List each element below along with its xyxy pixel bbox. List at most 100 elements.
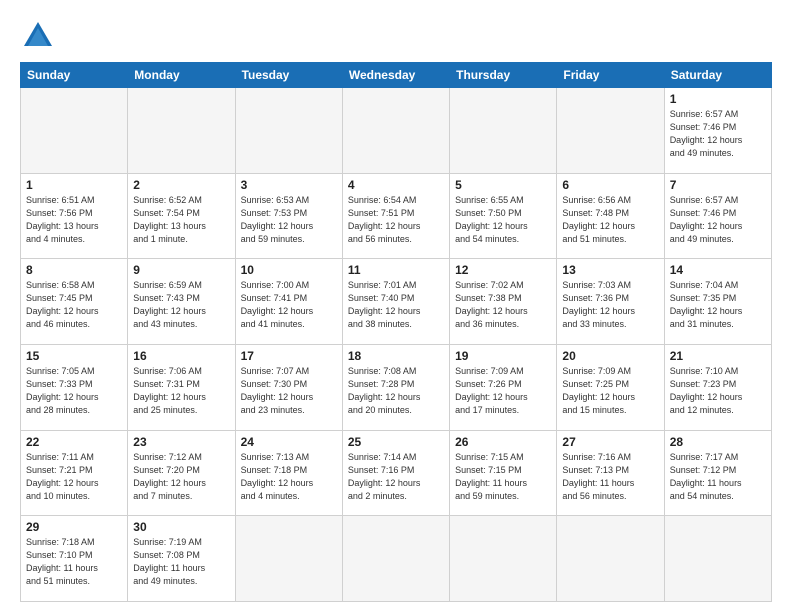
day-number: 9 xyxy=(133,263,229,277)
calendar-cell: 19Sunrise: 7:09 AMSunset: 7:26 PMDayligh… xyxy=(450,344,557,430)
calendar-cell: 26 Sunrise: 7:15 AMSunset: 7:15 PMDayligh… xyxy=(450,430,557,516)
weekday-header-row: SundayMondayTuesdayWednesdayThursdayFrid… xyxy=(21,63,772,88)
calendar-cell: 6Sunrise: 6:56 AMSunset: 7:48 PMDaylight… xyxy=(557,173,664,259)
calendar-cell xyxy=(450,516,557,602)
day-detail: Sunrise: 7:11 AMSunset: 7:21 PMDaylight:… xyxy=(26,451,122,503)
day-detail: Sunrise: 7:14 AMSunset: 7:16 PMDaylight:… xyxy=(348,451,444,503)
calendar-cell: 4Sunrise: 6:54 AMSunset: 7:51 PMDaylight… xyxy=(342,173,449,259)
calendar-cell: 13 Sunrise: 7:03 AMSunset: 7:36 PMDayligh… xyxy=(557,259,664,345)
day-number: 17 xyxy=(241,349,337,363)
day-detail: Sunrise: 7:09 AMSunset: 7:25 PMDaylight:… xyxy=(562,365,658,417)
day-number: 3 xyxy=(241,178,337,192)
day-detail: Sunrise: 6:52 AMSunset: 7:54 PMDaylight:… xyxy=(133,194,229,246)
day-detail: Sunrise: 7:18 AMSunset: 7:10 PMDaylight:… xyxy=(26,536,122,588)
calendar-cell: 14Sunrise: 7:04 AMSunset: 7:35 PMDayligh… xyxy=(664,259,771,345)
day-number: 12 xyxy=(455,263,551,277)
day-detail: Sunrise: 6:51 AMSunset: 7:56 PMDaylight:… xyxy=(26,194,122,246)
calendar-cell: 28 Sunrise: 7:17 AMSunset: 7:12 PMDayligh… xyxy=(664,430,771,516)
calendar-cell xyxy=(450,88,557,174)
day-number: 21 xyxy=(670,349,766,363)
calendar-cell: 7 Sunrise: 6:57 AMSunset: 7:46 PMDaylight… xyxy=(664,173,771,259)
calendar-cell: 16Sunrise: 7:06 AMSunset: 7:31 PMDayligh… xyxy=(128,344,235,430)
day-detail: Sunrise: 7:17 AMSunset: 7:12 PMDaylight:… xyxy=(670,451,766,503)
calendar-cell: 2 Sunrise: 6:52 AMSunset: 7:54 PMDaylight… xyxy=(128,173,235,259)
day-number: 16 xyxy=(133,349,229,363)
calendar-cell: 21 Sunrise: 7:10 AMSunset: 7:23 PMDayligh… xyxy=(664,344,771,430)
day-number: 1 xyxy=(670,92,766,106)
calendar-cell: 29Sunrise: 7:18 AMSunset: 7:10 PMDayligh… xyxy=(21,516,128,602)
calendar-cell: 12 Sunrise: 7:02 AMSunset: 7:38 PMDayligh… xyxy=(450,259,557,345)
day-number: 10 xyxy=(241,263,337,277)
calendar-cell: 17 Sunrise: 7:07 AMSunset: 7:30 PMDayligh… xyxy=(235,344,342,430)
day-number: 7 xyxy=(670,178,766,192)
day-number: 5 xyxy=(455,178,551,192)
day-number: 13 xyxy=(562,263,658,277)
calendar-cell: 11Sunrise: 7:01 AMSunset: 7:40 PMDayligh… xyxy=(342,259,449,345)
day-number: 19 xyxy=(455,349,551,363)
page: SundayMondayTuesdayWednesdayThursdayFrid… xyxy=(0,0,792,612)
calendar-cell: 20 Sunrise: 7:09 AMSunset: 7:25 PMDayligh… xyxy=(557,344,664,430)
calendar-week-3: 8Sunrise: 6:58 AMSunset: 7:45 PMDaylight… xyxy=(21,259,772,345)
day-number: 22 xyxy=(26,435,122,449)
day-number: 28 xyxy=(670,435,766,449)
calendar-cell xyxy=(557,88,664,174)
day-number: 26 xyxy=(455,435,551,449)
calendar-cell: 18 Sunrise: 7:08 AMSunset: 7:28 PMDayligh… xyxy=(342,344,449,430)
day-detail: Sunrise: 6:56 AMSunset: 7:48 PMDaylight:… xyxy=(562,194,658,246)
day-detail: Sunrise: 7:03 AMSunset: 7:36 PMDaylight:… xyxy=(562,279,658,331)
calendar-header: SundayMondayTuesdayWednesdayThursdayFrid… xyxy=(21,63,772,88)
calendar-cell: 9 Sunrise: 6:59 AMSunset: 7:43 PMDaylight… xyxy=(128,259,235,345)
calendar-cell: 8Sunrise: 6:58 AMSunset: 7:45 PMDaylight… xyxy=(21,259,128,345)
calendar-cell: 1 Sunrise: 6:51 AMSunset: 7:56 PMDaylight… xyxy=(21,173,128,259)
day-number: 25 xyxy=(348,435,444,449)
day-detail: Sunrise: 6:53 AMSunset: 7:53 PMDaylight:… xyxy=(241,194,337,246)
calendar-week-6: 29Sunrise: 7:18 AMSunset: 7:10 PMDayligh… xyxy=(21,516,772,602)
day-detail: Sunrise: 7:15 AMSunset: 7:15 PMDaylight:… xyxy=(455,451,551,503)
day-detail: Sunrise: 7:07 AMSunset: 7:30 PMDaylight:… xyxy=(241,365,337,417)
calendar-cell xyxy=(128,88,235,174)
day-number: 27 xyxy=(562,435,658,449)
weekday-tuesday: Tuesday xyxy=(235,63,342,88)
day-detail: Sunrise: 7:13 AMSunset: 7:18 PMDaylight:… xyxy=(241,451,337,503)
calendar-cell: 23Sunrise: 7:12 AMSunset: 7:20 PMDayligh… xyxy=(128,430,235,516)
day-detail: Sunrise: 6:59 AMSunset: 7:43 PMDaylight:… xyxy=(133,279,229,331)
calendar-week-4: 15 Sunrise: 7:05 AMSunset: 7:33 PMDayligh… xyxy=(21,344,772,430)
day-detail: Sunrise: 7:08 AMSunset: 7:28 PMDaylight:… xyxy=(348,365,444,417)
calendar-table: SundayMondayTuesdayWednesdayThursdayFrid… xyxy=(20,62,772,602)
weekday-friday: Friday xyxy=(557,63,664,88)
calendar-cell: 22 Sunrise: 7:11 AMSunset: 7:21 PMDayligh… xyxy=(21,430,128,516)
weekday-wednesday: Wednesday xyxy=(342,63,449,88)
calendar-cell xyxy=(21,88,128,174)
day-detail: Sunrise: 7:00 AMSunset: 7:41 PMDaylight:… xyxy=(241,279,337,331)
day-number: 18 xyxy=(348,349,444,363)
weekday-thursday: Thursday xyxy=(450,63,557,88)
day-number: 24 xyxy=(241,435,337,449)
calendar-cell xyxy=(557,516,664,602)
day-detail: Sunrise: 7:05 AMSunset: 7:33 PMDaylight:… xyxy=(26,365,122,417)
logo xyxy=(20,18,60,54)
day-detail: Sunrise: 6:57 AMSunset: 7:46 PMDaylight:… xyxy=(670,194,766,246)
day-detail: Sunrise: 7:16 AMSunset: 7:13 PMDaylight:… xyxy=(562,451,658,503)
day-number: 15 xyxy=(26,349,122,363)
day-detail: Sunrise: 7:01 AMSunset: 7:40 PMDaylight:… xyxy=(348,279,444,331)
day-detail: Sunrise: 6:54 AMSunset: 7:51 PMDaylight:… xyxy=(348,194,444,246)
calendar-cell xyxy=(342,88,449,174)
calendar-week-1: 1Sunrise: 6:57 AMSunset: 7:46 PMDaylight… xyxy=(21,88,772,174)
weekday-monday: Monday xyxy=(128,63,235,88)
calendar-week-2: 1 Sunrise: 6:51 AMSunset: 7:56 PMDaylight… xyxy=(21,173,772,259)
calendar-body: 1 Sunrise: 6:57 AMSunset: 7:46 PMDaylight… xyxy=(21,88,772,602)
day-number: 30 xyxy=(133,520,229,534)
logo-icon xyxy=(20,18,56,54)
day-number: 1 xyxy=(26,178,122,192)
calendar-cell: 10 Sunrise: 7:00 AMSunset: 7:41 PMDayligh… xyxy=(235,259,342,345)
header xyxy=(20,18,772,54)
day-detail: Sunrise: 7:10 AMSunset: 7:23 PMDaylight:… xyxy=(670,365,766,417)
day-number: 20 xyxy=(562,349,658,363)
day-detail: Sunrise: 6:58 AMSunset: 7:45 PMDaylight:… xyxy=(26,279,122,331)
day-number: 2 xyxy=(133,178,229,192)
calendar-cell: 1Sunrise: 6:57 AMSunset: 7:46 PMDaylight… xyxy=(664,88,771,174)
day-detail: Sunrise: 7:02 AMSunset: 7:38 PMDaylight:… xyxy=(455,279,551,331)
calendar-cell xyxy=(235,516,342,602)
day-detail: Sunrise: 7:19 AMSunset: 7:08 PMDaylight:… xyxy=(133,536,229,588)
calendar-cell: 3 Sunrise: 6:53 AMSunset: 7:53 PMDaylight… xyxy=(235,173,342,259)
